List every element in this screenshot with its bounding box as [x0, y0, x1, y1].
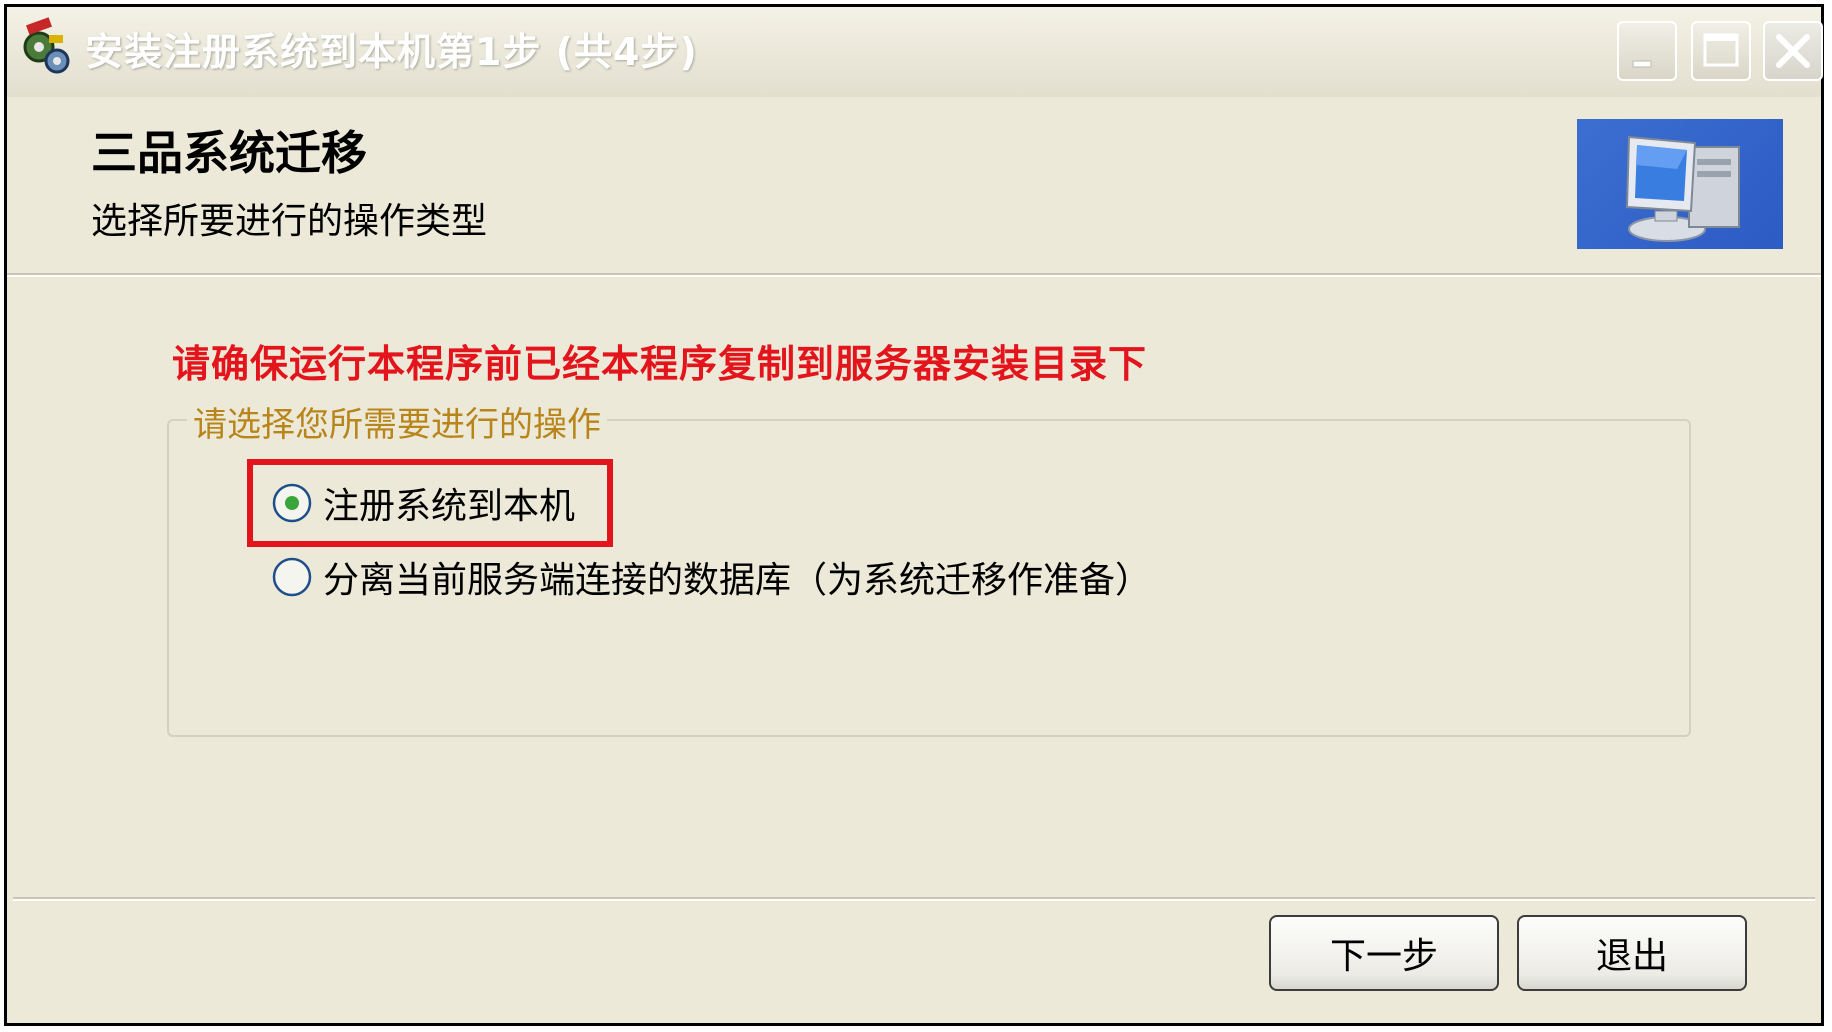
wizard-header: 三品系统迁移 选择所要进行的操作类型 — [7, 97, 1821, 275]
installer-window: 安装注册系统到本机第1步 (共4步) 三品系统迁移 选择所要进行的操作类型 请确… — [4, 4, 1824, 1026]
title-bar[interactable]: 安装注册系统到本机第1步 (共4步) — [7, 7, 1823, 97]
header-divider — [7, 275, 1821, 277]
close-button[interactable] — [1763, 21, 1823, 81]
radio-option-detach[interactable]: 分离当前服务端连接的数据库（为系统迁移作准备） — [271, 551, 1151, 603]
app-icon — [23, 17, 70, 74]
minimize-icon — [1632, 60, 1652, 68]
close-icon — [1776, 34, 1810, 68]
maximize-button[interactable] — [1691, 21, 1751, 81]
radio-unselected-icon[interactable] — [271, 556, 313, 598]
window-title: 安装注册系统到本机第1步 (共4步) — [85, 30, 698, 74]
maximize-icon — [1703, 33, 1739, 67]
warning-text: 请确保运行本程序前已经本程序复制到服务器安装目录下 — [172, 342, 1148, 386]
wizard-title: 三品系统迁移 — [91, 126, 367, 180]
radio-option-detach-label: 分离当前服务端连接的数据库（为系统迁移作准备） — [323, 560, 1152, 601]
computer-icon — [1577, 119, 1783, 249]
wizard-subtitle: 选择所要进行的操作类型 — [91, 201, 488, 242]
radio-option-register-label: 注册系统到本机 — [323, 486, 576, 527]
minimize-button[interactable] — [1617, 21, 1677, 81]
groupbox-label: 请选择您所需要进行的操作 — [187, 397, 607, 446]
radio-selected-icon[interactable] — [271, 482, 313, 524]
next-button[interactable]: 下一步 — [1269, 915, 1499, 991]
radio-option-register[interactable]: 注册系统到本机 — [271, 477, 575, 529]
exit-button[interactable]: 退出 — [1517, 915, 1747, 991]
